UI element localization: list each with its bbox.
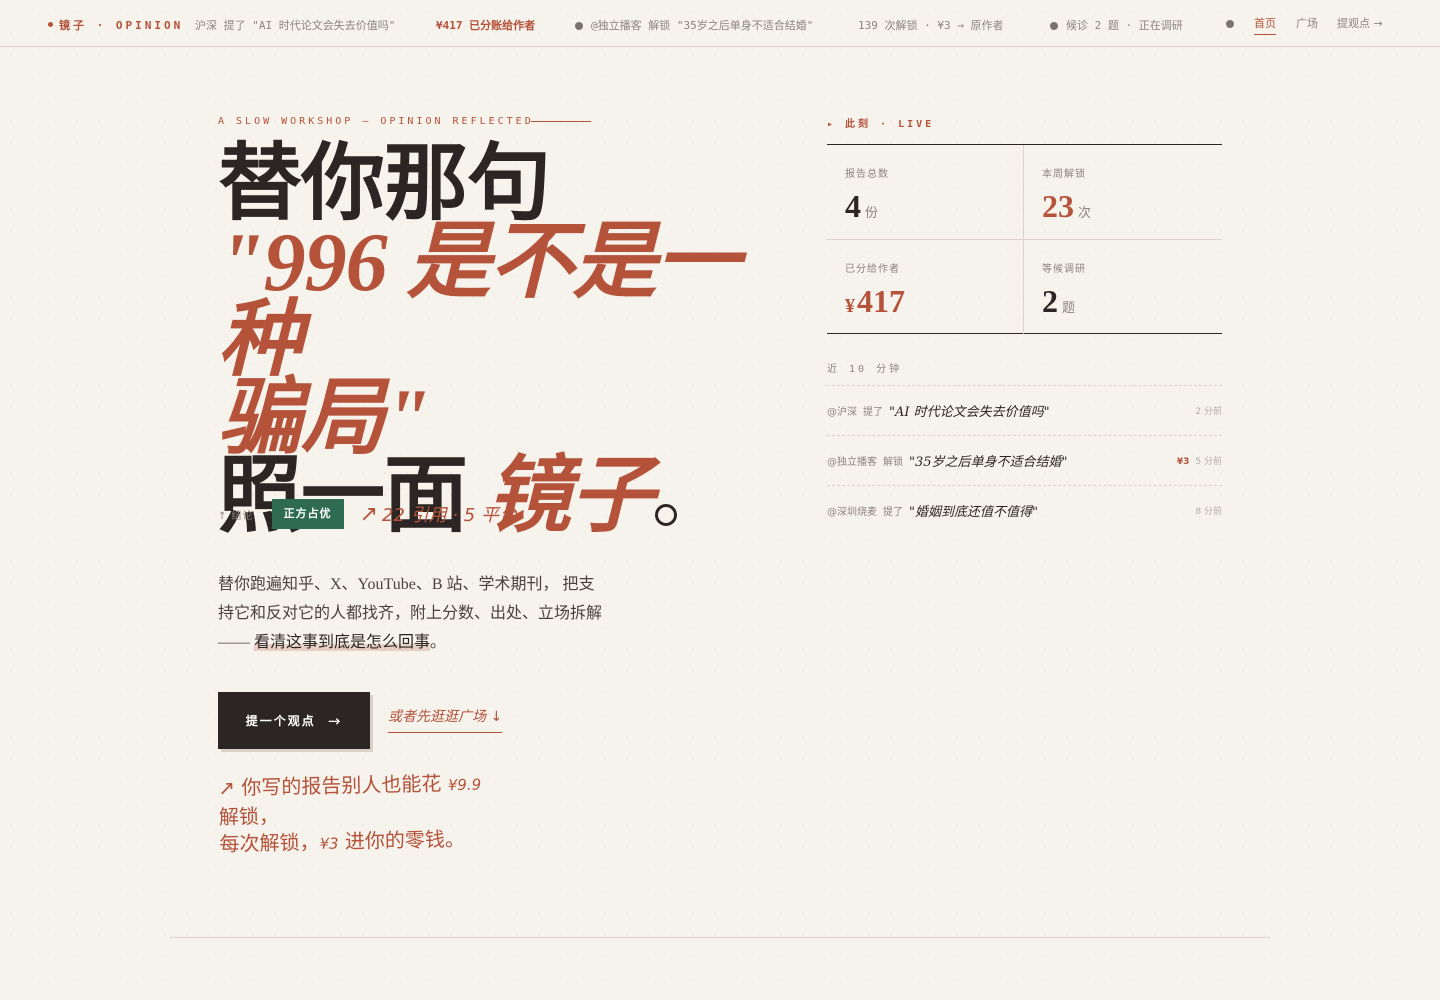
top-bar: 镜子 · OPINION 沪深 提了 "AI 时代论文会失去价值吗" ¥417 … bbox=[0, 0, 1440, 47]
note-price: ¥9.9 bbox=[447, 775, 482, 795]
nav-home[interactable]: 首页 bbox=[1254, 15, 1276, 35]
hero-headline: 替你那句 "996 是不是一种 骗局" 照一面 镜子 bbox=[218, 138, 818, 539]
stat-total-reports: 报告总数 4份 bbox=[827, 145, 1024, 240]
nav-square[interactable]: 广场 bbox=[1296, 15, 1318, 31]
ticker-item-submitted: 沪深 提了 "AI 时代论文会失去价值吗" bbox=[195, 19, 396, 32]
note-price: ¥3 bbox=[319, 834, 339, 853]
feed-item[interactable]: @独立播客 解锁 "35岁之后单身不适合结婚" ¥3 5 分前 bbox=[827, 435, 1222, 485]
activity-feed: @沪深 提了 "AI 时代论文会失去价值吗" 2 分前 @独立播客 解锁 "35… bbox=[827, 385, 1222, 535]
hero-kicker: A SLOW WORKSHOP — OPINION REFLECTED bbox=[218, 116, 534, 127]
stat-value: ¥417 bbox=[845, 283, 905, 319]
arrow-up-right-icon: ↗ bbox=[359, 502, 378, 527]
ticker-amount: ¥417 已分账给作者 bbox=[436, 19, 536, 32]
ticker-end-dot bbox=[1226, 17, 1242, 30]
verdict-row: ↑ 结论 正方占优 ↗ 22 引用 · 5 平台 bbox=[218, 499, 517, 529]
headline-mirror-word: 镜子 bbox=[487, 450, 654, 543]
stat-value: 2题 bbox=[1042, 283, 1076, 319]
stat-value: 23 次 bbox=[1042, 188, 1092, 224]
verdict-badge: 正方占优 bbox=[271, 499, 344, 529]
description-highlight: 看清这事到底是怎么回事 bbox=[254, 634, 431, 651]
headline-line-2: "996 是不是一种 bbox=[218, 216, 740, 387]
live-label: ▸ 此刻 · LIVE bbox=[827, 119, 935, 130]
ticker-item-pending: 候诊 2 题 · 正在调研 bbox=[1050, 17, 1183, 33]
brand-logo[interactable]: 镜子 · OPINION bbox=[48, 17, 183, 33]
arrow-up-right-icon: ↗ bbox=[218, 775, 236, 800]
stat-value: 4份 bbox=[845, 188, 879, 224]
unlock-price: ¥3 bbox=[1176, 457, 1190, 467]
nav-submit-opinion[interactable]: 提观点 → bbox=[1337, 15, 1383, 31]
verdict-label: ↑ 结论 bbox=[218, 510, 254, 522]
brand-dot-icon bbox=[48, 22, 53, 27]
stat-weekly-unlocks: 本周解锁 23 次 bbox=[1024, 145, 1221, 240]
submit-opinion-button[interactable]: 提一个观点 → bbox=[218, 692, 370, 749]
bullet-icon bbox=[1226, 20, 1234, 28]
headline-line-1: 替你那句 bbox=[218, 138, 551, 231]
stats-grid: 报告总数 4份 本周解锁 23 次 已分给作者 ¥417 等候调研 2题 bbox=[827, 144, 1222, 335]
headline-line-3: 骗局" bbox=[218, 372, 431, 465]
stat-pending-research: 等候调研 2题 bbox=[1024, 240, 1221, 335]
brand-name: 镜子 · OPINION bbox=[59, 19, 184, 32]
stat-paid-to-authors: 已分给作者 ¥417 bbox=[827, 240, 1024, 335]
recent-label: 近 10 分钟 bbox=[827, 364, 903, 375]
verdict-meta: ↗ 22 引用 · 5 平台 bbox=[359, 502, 517, 527]
feed-item[interactable]: @沪深 提了 "AI 时代论文会失去价值吗" 2 分前 bbox=[827, 385, 1222, 435]
kicker-divider bbox=[531, 121, 591, 122]
hero-description: 替你跑遍知乎、X、YouTube、B 站、学术期刊， 把支持它和反对它的人都找齐… bbox=[218, 576, 603, 651]
bullet-icon bbox=[575, 22, 583, 30]
period-ring-icon bbox=[655, 504, 678, 526]
bullet-icon bbox=[1050, 22, 1058, 30]
section-divider bbox=[170, 937, 1270, 938]
arrow-right-icon: → bbox=[327, 711, 343, 730]
browse-square-link[interactable]: 或者先逛逛广场 ↓ bbox=[388, 706, 503, 733]
feed-item[interactable]: @深圳烧麦 提了 "婚姻到底还值不值得" 8 分前 bbox=[827, 485, 1222, 535]
handwritten-note: ↗ 你写的报告别人也能花 ¥9.9 解锁， 每次解锁，¥3 进你的零钱。 bbox=[218, 771, 482, 856]
ticker-item-unlocked: @独立播客 解锁 "35岁之后单身不适合结婚" bbox=[575, 17, 813, 33]
ticker-item-unlock-count: 139 次解锁 · ¥3 → 原作者 bbox=[858, 19, 1004, 32]
